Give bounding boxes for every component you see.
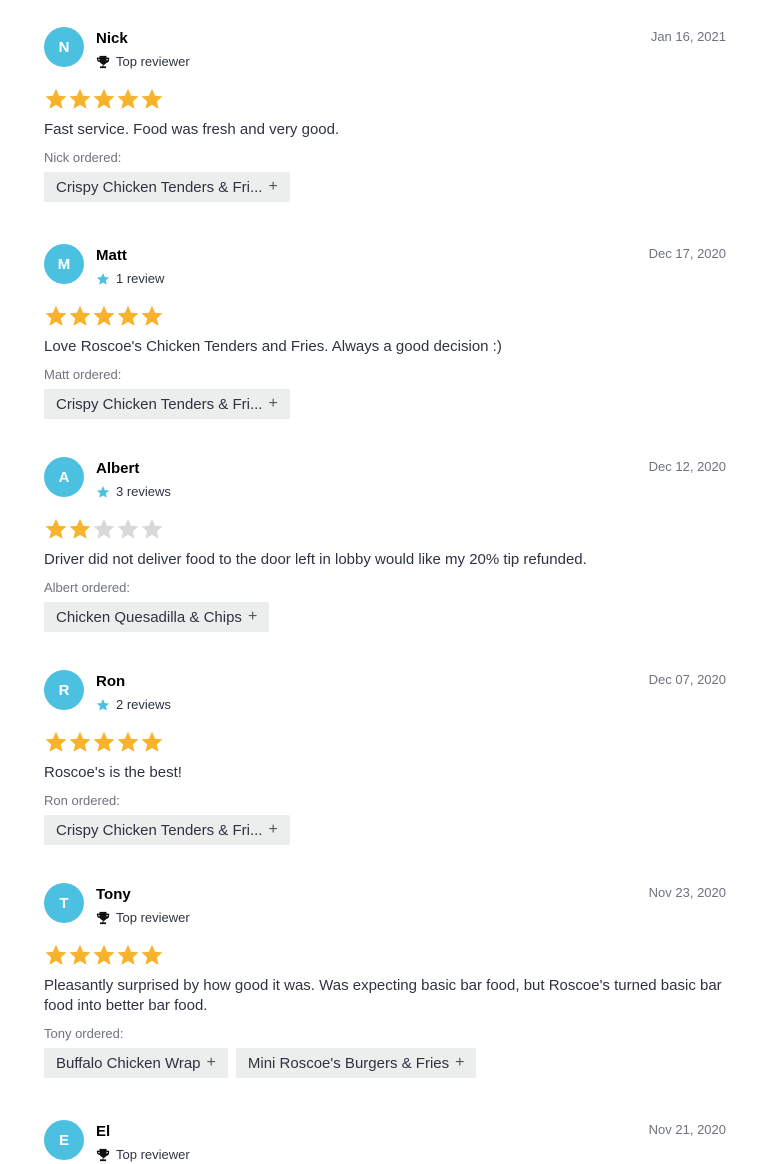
star-rating: [44, 730, 164, 754]
plus-icon: +: [206, 1054, 216, 1071]
review-text: Roscoe's is the best!: [44, 764, 182, 781]
star-icon: [93, 305, 115, 326]
ordered-label: Tony ordered:: [44, 1026, 124, 1041]
trophy-icon: [96, 1148, 112, 1162]
star-icon: [93, 88, 115, 109]
star-rating: [44, 87, 164, 111]
star-icon: [69, 88, 91, 109]
star-rating: [44, 943, 164, 967]
ordered-items: Buffalo Chicken Wrap + Mini Roscoe's Burge…: [44, 1048, 477, 1078]
ordered-items: Crispy Chicken Tenders & Fri... +: [44, 172, 290, 202]
star-icon: [117, 731, 139, 752]
ordered-item-label: Chicken Quesadilla & Chips: [56, 608, 242, 626]
ordered-item-chip[interactable]: Mini Roscoe's Burgers & Fries +: [235, 1048, 477, 1078]
reviewer-badge-label: Top reviewer: [116, 1147, 190, 1162]
review-text: Driver did not deliver food to the door …: [44, 551, 587, 568]
ordered-item-label: Buffalo Chicken Wrap: [56, 1054, 201, 1072]
ordered-item-label: Crispy Chicken Tenders & Fri...: [56, 395, 263, 413]
plus-icon: +: [455, 1054, 465, 1071]
star-icon: [141, 518, 163, 539]
ordered-label: Nick ordered:: [44, 150, 122, 165]
plus-icon: +: [247, 608, 258, 625]
trophy-icon: [96, 55, 112, 69]
star-icon: [45, 731, 67, 752]
reviewer-badge: 2 reviews: [96, 697, 171, 712]
star-icon: [141, 731, 163, 752]
plus-icon: +: [268, 178, 278, 195]
star-icon: [117, 944, 139, 965]
plus-icon: +: [268, 821, 278, 838]
review-text: Fast service. Food was fresh and very go…: [44, 121, 340, 138]
ordered-label: Matt ordered:: [44, 367, 122, 382]
star-icon: [96, 698, 112, 712]
star-icon: [117, 88, 139, 109]
avatar: R: [44, 670, 84, 710]
reviewer-badge: 1 review: [96, 271, 164, 286]
avatar: M: [44, 244, 84, 284]
star-rating: [44, 517, 164, 541]
star-icon: [117, 305, 139, 326]
star-rating: [44, 304, 164, 328]
ordered-item-chip[interactable]: Crispy Chicken Tenders & Fri... +: [44, 389, 290, 419]
review-date: Jan 16, 2021: [650, 29, 726, 44]
star-icon: [69, 305, 91, 326]
star-icon: [69, 731, 91, 752]
reviewer-name[interactable]: El: [96, 1123, 110, 1140]
ordered-item-chip[interactable]: Crispy Chicken Tenders & Fri... +: [44, 172, 290, 202]
reviewer-name[interactable]: Albert: [96, 460, 139, 477]
review-date: Dec 17, 2020: [648, 246, 726, 261]
star-icon: [69, 518, 91, 539]
reviewer-badge: Top reviewer: [96, 54, 190, 69]
reviewer-badge: 3 reviews: [96, 484, 171, 499]
ordered-items: Crispy Chicken Tenders & Fri... +: [44, 389, 290, 419]
star-icon: [117, 518, 139, 539]
reviewer-badge-label: Top reviewer: [116, 910, 190, 925]
review-date: Nov 23, 2020: [648, 885, 726, 900]
ordered-label: Ron ordered:: [44, 793, 120, 808]
review-date: Dec 12, 2020: [648, 459, 726, 474]
avatar: E: [44, 1120, 84, 1160]
star-icon: [45, 944, 67, 965]
reviewer-badge-label: 3 reviews: [116, 484, 171, 499]
star-icon: [141, 88, 163, 109]
star-icon: [45, 305, 67, 326]
ordered-item-chip[interactable]: Buffalo Chicken Wrap +: [44, 1048, 228, 1078]
star-icon: [141, 944, 163, 965]
star-icon: [141, 305, 163, 326]
plus-icon: +: [268, 395, 278, 412]
reviewer-badge: Top reviewer: [96, 910, 190, 925]
ordered-items: Chicken Quesadilla & Chips +: [44, 602, 270, 632]
ordered-label: Albert ordered:: [44, 580, 130, 595]
ordered-item-label: Crispy Chicken Tenders & Fri...: [56, 178, 263, 196]
review-date: Nov 21, 2020: [648, 1122, 726, 1137]
star-icon: [93, 731, 115, 752]
review-text: Pleasantly surprised by how good it was.…: [44, 977, 722, 1014]
ordered-item-chip[interactable]: Crispy Chicken Tenders & Fri... +: [44, 815, 290, 845]
reviewer-name[interactable]: Matt: [96, 247, 127, 264]
review-text: Love Roscoe's Chicken Tenders and Fries.…: [44, 338, 502, 355]
ordered-item-label: Mini Roscoe's Burgers & Fries: [247, 1054, 450, 1072]
reviewer-badge-label: 1 review: [116, 271, 165, 286]
avatar: A: [44, 457, 84, 497]
ordered-item-label: Crispy Chicken Tenders & Fri...: [56, 821, 263, 839]
reviewer-name[interactable]: Tony: [96, 886, 131, 903]
avatar: N: [44, 27, 84, 67]
ordered-items: Crispy Chicken Tenders & Fri... +: [44, 815, 290, 845]
star-icon: [69, 944, 91, 965]
star-icon: [96, 485, 112, 499]
star-icon: [93, 518, 115, 539]
reviewer-name[interactable]: Ron: [96, 673, 125, 690]
star-icon: [45, 88, 67, 109]
review-date: Dec 07, 2020: [648, 672, 726, 687]
reviewer-badge-label: Top reviewer: [116, 54, 190, 69]
star-icon: [45, 518, 67, 539]
star-icon: [93, 944, 115, 965]
star-icon: [96, 272, 112, 286]
avatar: T: [44, 883, 84, 923]
reviewer-badge: Top reviewer: [96, 1147, 190, 1162]
ordered-item-chip[interactable]: Chicken Quesadilla & Chips +: [44, 602, 270, 632]
trophy-icon: [96, 911, 112, 925]
reviewer-name[interactable]: Nick: [96, 30, 128, 47]
reviewer-badge-label: 2 reviews: [116, 697, 171, 712]
